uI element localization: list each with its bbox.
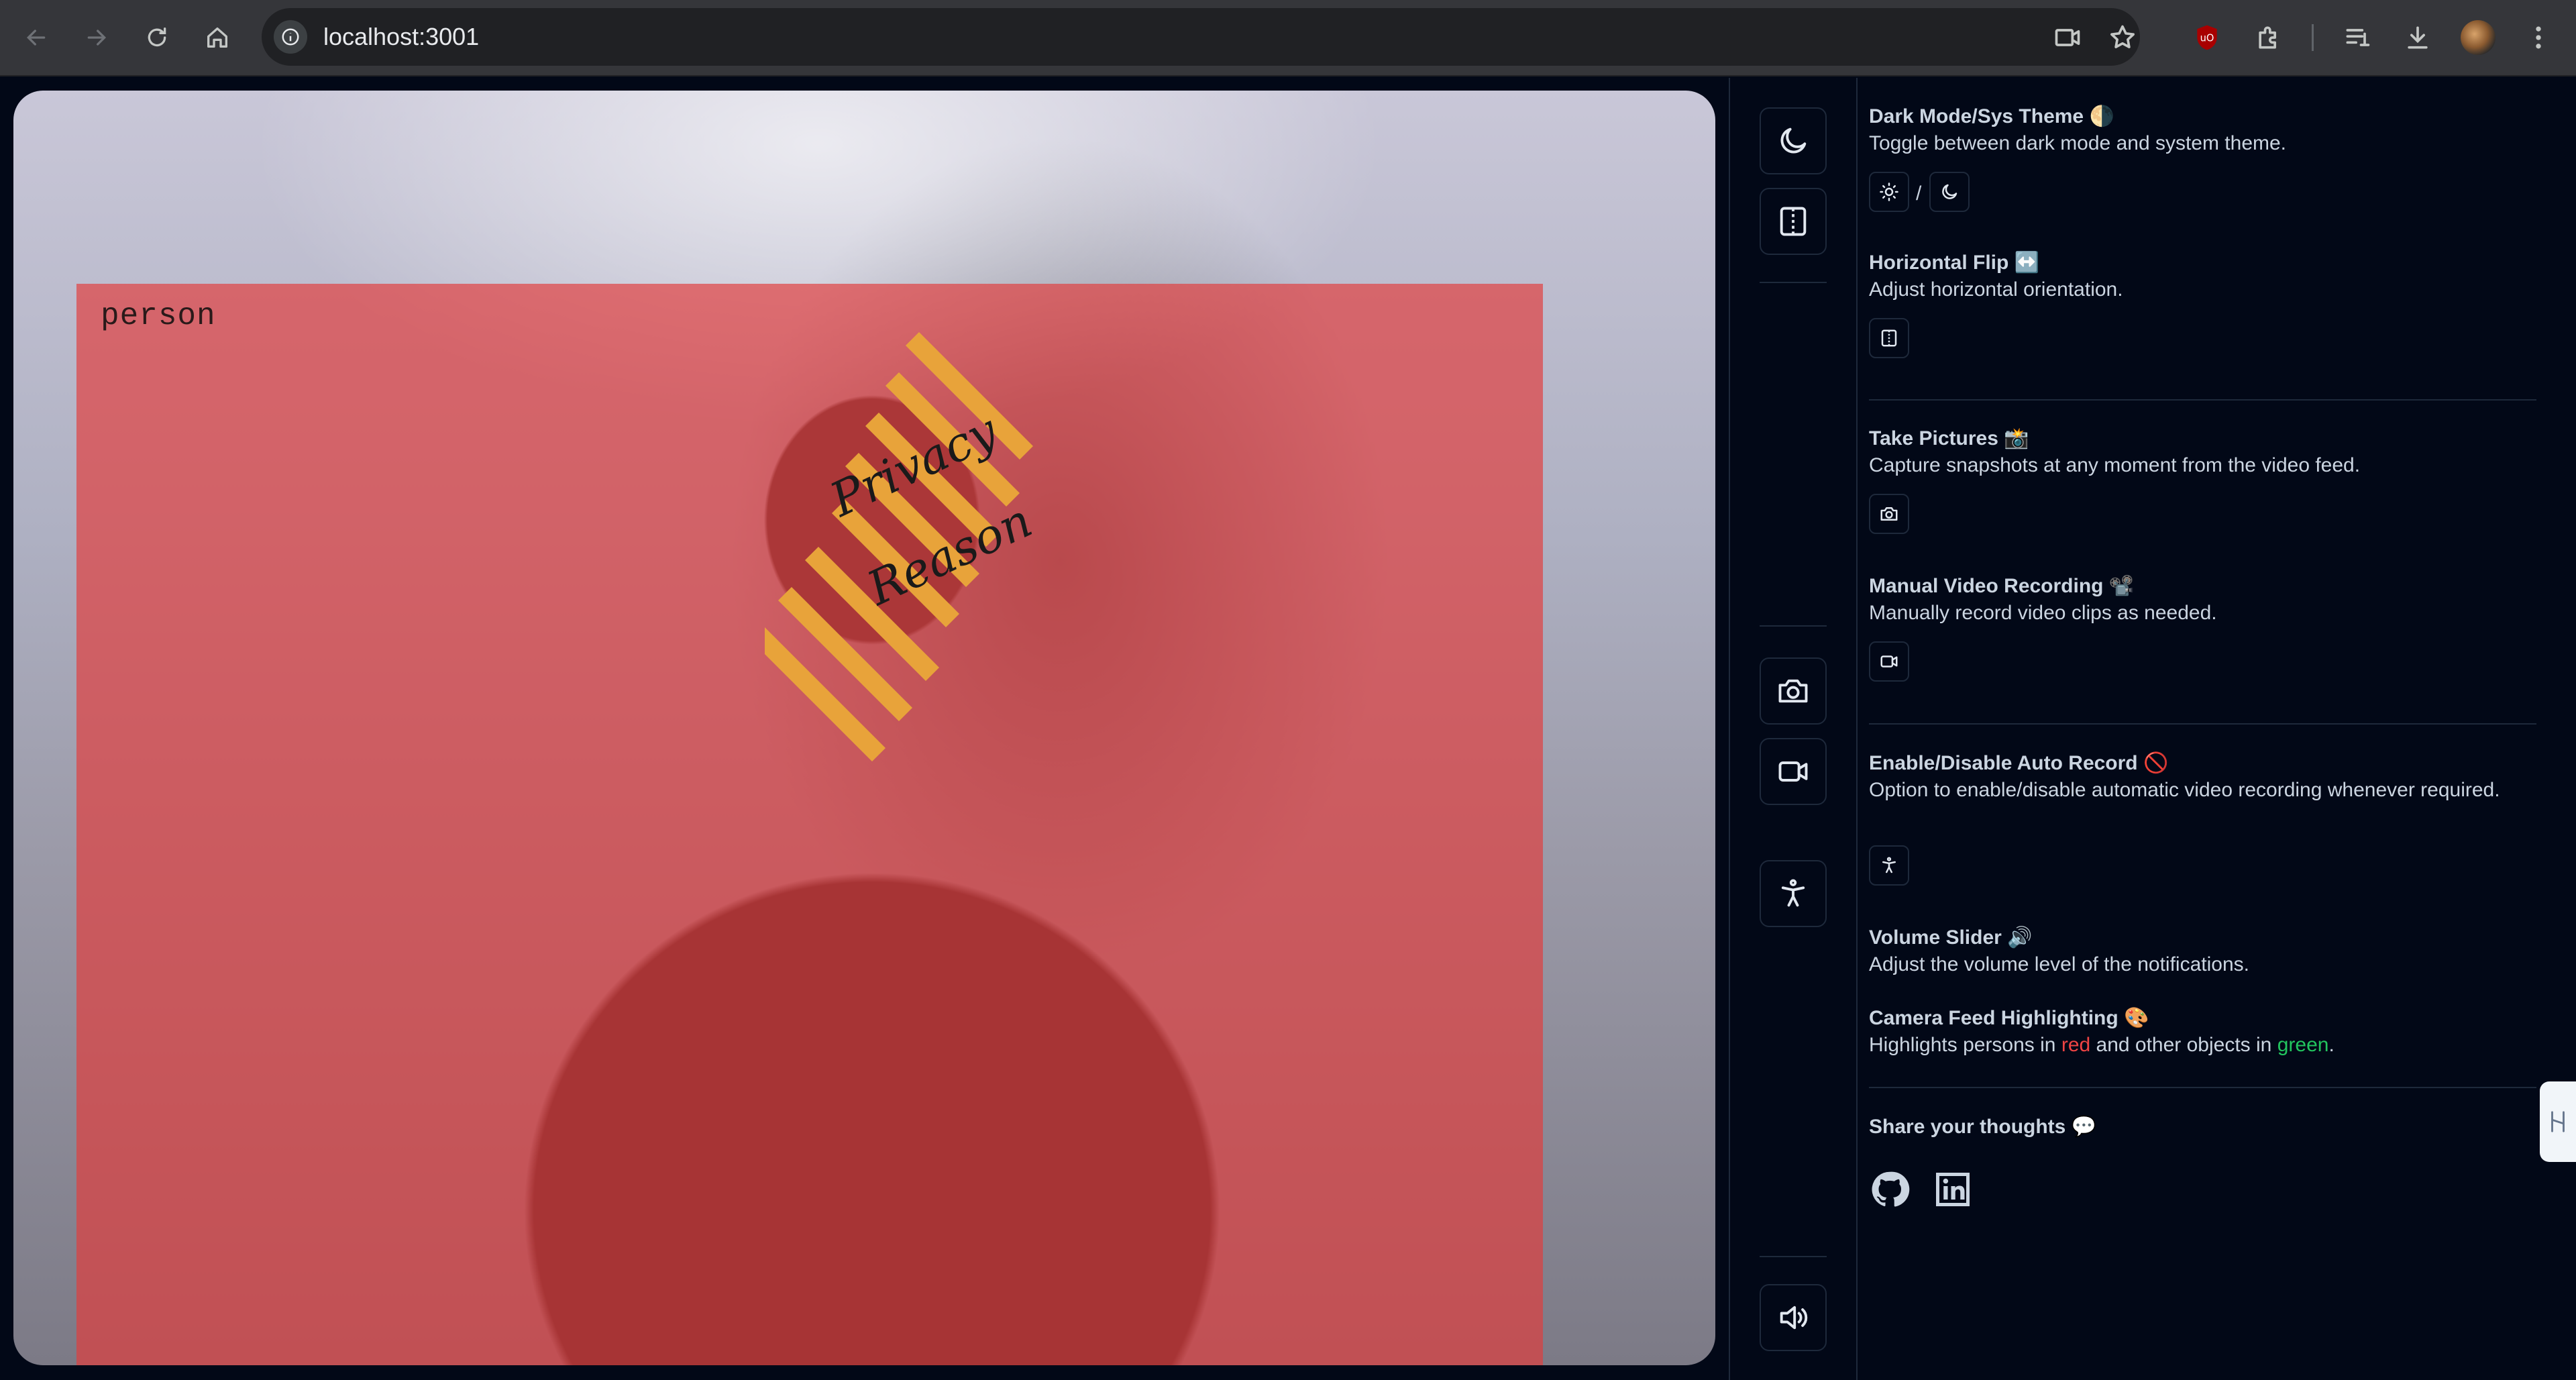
github-link[interactable]	[1869, 1169, 1911, 1210]
scrollbar[interactable]	[2563, 78, 2576, 1380]
volume-icon	[1780, 1306, 1808, 1330]
camera-icon	[1880, 507, 1898, 521]
moon-icon	[1780, 127, 1807, 154]
dark-mode-button[interactable]	[1760, 107, 1827, 174]
recording-desc: Manually record video clips as needed.	[1869, 602, 2217, 624]
flip-button[interactable]	[1760, 188, 1827, 255]
share-title: Share your thoughts 💬	[1869, 1116, 2097, 1138]
highlight-desc: Highlights persons in red and other obje…	[1869, 1032, 2526, 1059]
detection-label: person	[101, 299, 216, 333]
theme-separator: /	[1916, 182, 1922, 205]
recording-title: Manual Video Recording 📽️	[1869, 575, 2135, 597]
flip-desc: Adjust horizontal orientation.	[1869, 278, 2123, 301]
video-icon	[1778, 761, 1808, 782]
forward-icon[interactable]	[78, 19, 115, 56]
home-icon[interactable]	[199, 19, 236, 56]
auto-record-title: Enable/Disable Auto Record 🚫	[1869, 752, 2169, 774]
ublock-icon[interactable]: uO	[2188, 19, 2226, 56]
record-video-button[interactable]	[1760, 738, 1827, 805]
flip-title: Horizontal Flip ↔️	[1869, 252, 2040, 274]
svg-text:uO: uO	[2200, 33, 2214, 44]
video-icon	[1880, 655, 1898, 668]
record-mini-button[interactable]	[1869, 641, 1909, 682]
control-rail	[1729, 78, 1858, 1380]
pictures-desc: Capture snapshots at any moment from the…	[1869, 454, 2361, 476]
sun-icon	[1880, 182, 1898, 201]
github-icon	[1872, 1171, 1910, 1207]
menu-icon[interactable]	[2520, 19, 2557, 56]
volume-desc: Adjust the volume level of the notificat…	[1869, 953, 2249, 975]
side-panel-handle[interactable]	[2540, 1081, 2576, 1162]
camera-icon	[1778, 679, 1808, 703]
panel-divider	[1869, 1087, 2536, 1088]
site-info-icon[interactable]	[274, 20, 307, 54]
address-bar[interactable]: localhost:3001	[262, 8, 2140, 66]
linkedin-link[interactable]	[1932, 1169, 1974, 1210]
system-theme-button[interactable]	[1869, 172, 1909, 212]
camera-feed: person Privacy Reason	[13, 91, 1715, 1365]
flip-icon	[1780, 207, 1807, 236]
highlight-red-word: red	[2061, 1034, 2091, 1056]
mask-text-line2: Reason	[858, 493, 1040, 617]
linkedin-icon	[1936, 1173, 1970, 1206]
accessibility-icon	[1882, 857, 1896, 873]
profile-avatar[interactable]	[2461, 20, 2496, 55]
privacy-mask: Privacy Reason	[765, 332, 1040, 761]
auto-record-button[interactable]	[1760, 860, 1827, 927]
download-icon[interactable]	[2399, 19, 2436, 56]
auto-record-desc: Option to enable/disable automatic video…	[1869, 779, 2500, 801]
highlight-desc-mid: and other objects in	[2090, 1034, 2277, 1056]
highlight-desc-suffix: .	[2328, 1034, 2334, 1056]
extensions-icon[interactable]	[2250, 19, 2288, 56]
camera-icon[interactable]	[2051, 21, 2084, 54]
accessibility-icon	[1781, 879, 1805, 907]
rail-divider	[1760, 282, 1827, 283]
highlight-green-word: green	[2277, 1034, 2329, 1056]
auto-record-mini-button[interactable]	[1869, 845, 1909, 886]
highlight-desc-prefix: Highlights persons in	[1869, 1034, 2061, 1056]
star-icon[interactable]	[2106, 21, 2139, 54]
picture-mini-button[interactable]	[1869, 494, 1909, 534]
browser-toolbar: localhost:3001 uO	[0, 0, 2576, 76]
panel-divider	[1869, 723, 2536, 725]
toolbar-separator	[2312, 24, 2314, 51]
flip-mini-button[interactable]	[1869, 318, 1909, 358]
highlight-title: Camera Feed Highlighting 🎨	[1869, 1007, 2149, 1029]
url-text[interactable]: localhost:3001	[323, 23, 479, 51]
back-icon[interactable]	[17, 19, 55, 56]
rail-divider	[1760, 1256, 1827, 1257]
info-panel: Dark Mode/Sys Theme 🌗 Toggle between dar…	[1869, 78, 2536, 1380]
volume-title: Volume Slider 🔊	[1869, 926, 2033, 949]
reading-list-icon[interactable]	[2339, 19, 2376, 56]
volume-button[interactable]	[1760, 1284, 1827, 1351]
reload-icon[interactable]	[138, 19, 176, 56]
flip-icon	[1881, 329, 1897, 347]
dark-mode-title: Dark Mode/Sys Theme 🌗	[1869, 105, 2114, 127]
dark-theme-button[interactable]	[1929, 172, 1970, 212]
take-picture-button[interactable]	[1760, 657, 1827, 725]
pictures-title: Take Pictures 📸	[1869, 427, 2029, 449]
drag-handle-icon	[2551, 1111, 2565, 1132]
rail-divider	[1760, 625, 1827, 627]
moon-icon	[1942, 184, 1957, 199]
panel-divider	[1869, 399, 2536, 401]
dark-mode-desc: Toggle between dark mode and system them…	[1869, 132, 2287, 154]
